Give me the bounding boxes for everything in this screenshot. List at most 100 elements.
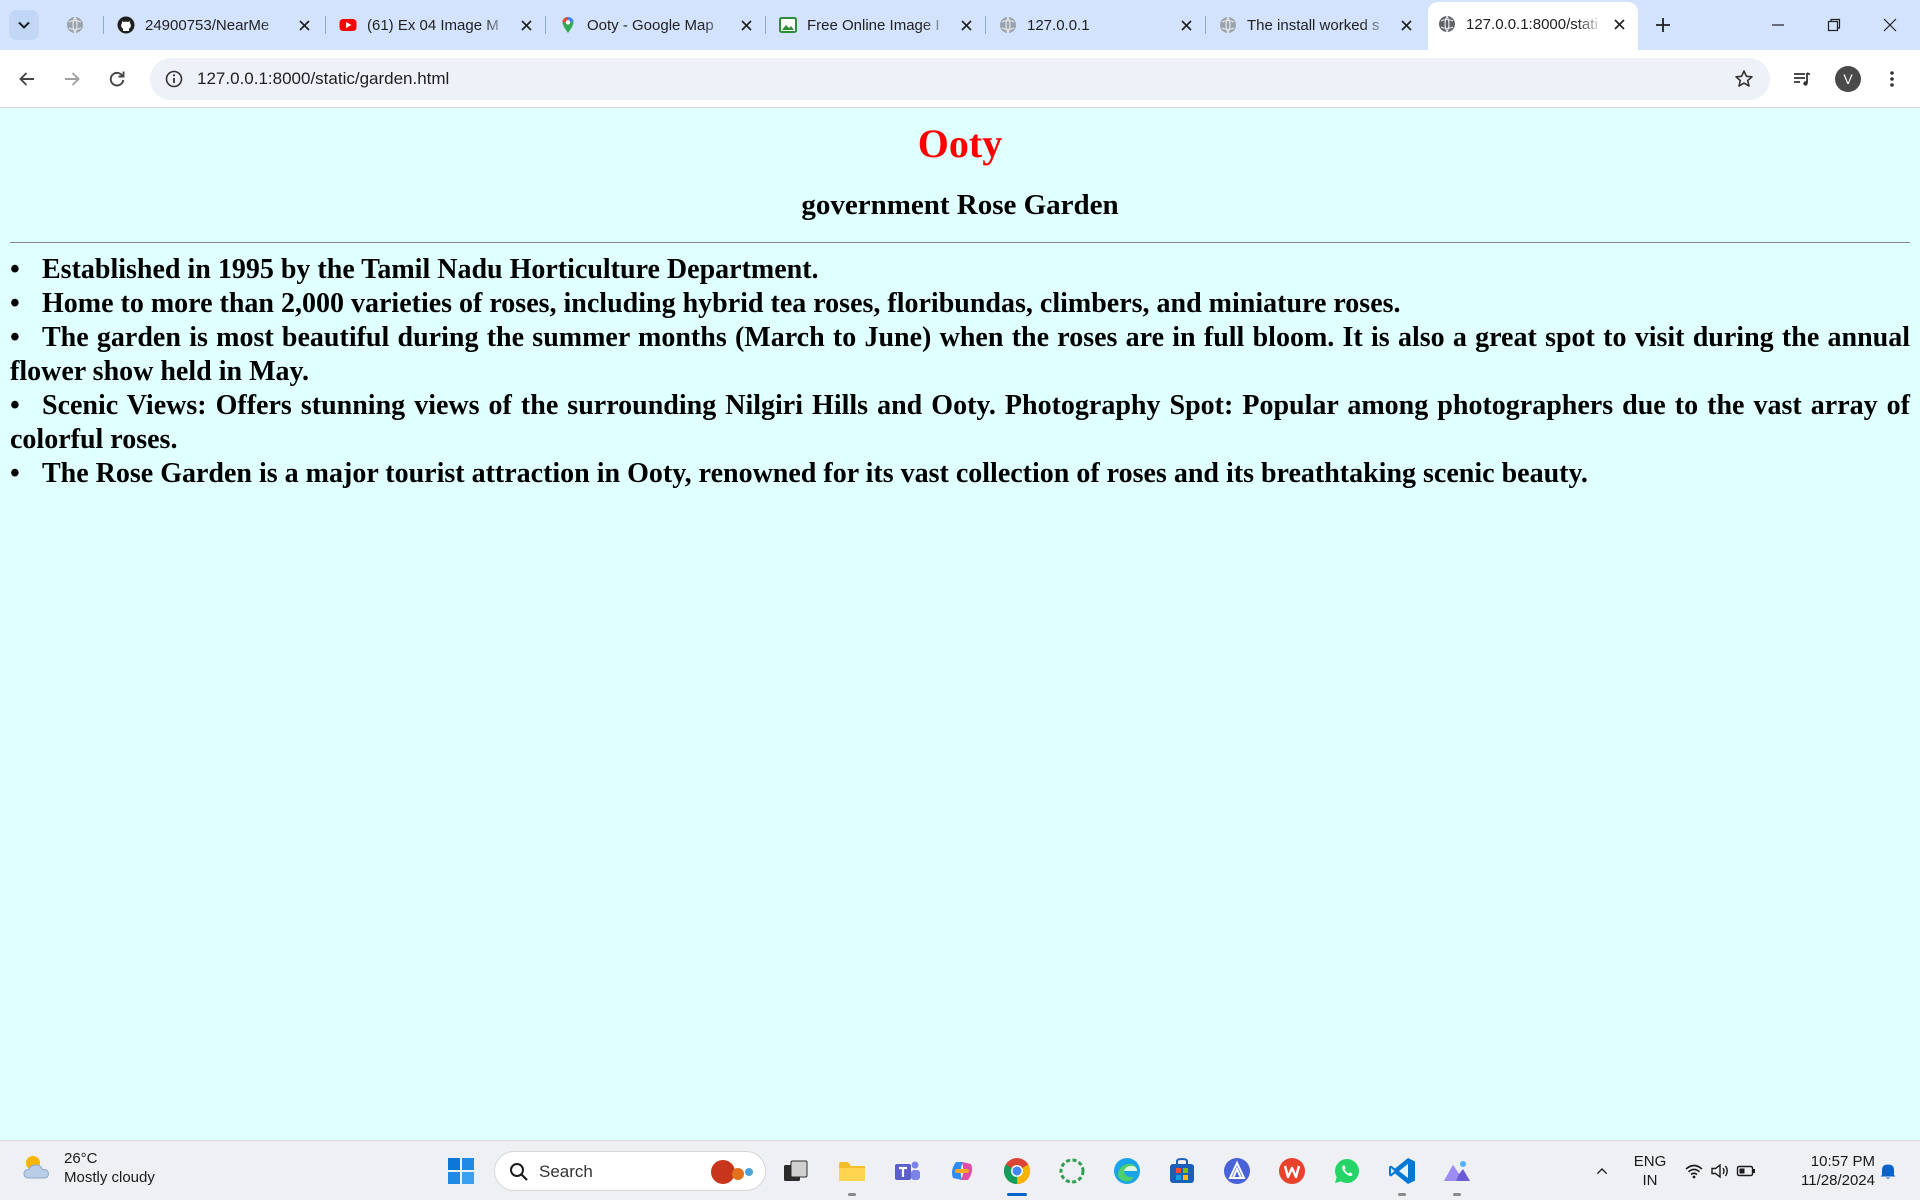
bookmark-button[interactable] (1728, 63, 1760, 95)
tab-separator (325, 16, 326, 34)
taskbar-whatsapp[interactable] (1327, 1151, 1367, 1191)
tab-title: (61) Ex 04 Image M (367, 16, 499, 34)
taskbar-copilot[interactable] (942, 1151, 982, 1191)
arrow-left-icon (19, 72, 34, 86)
tab-title: 127.0.0.1:8000/stati (1466, 15, 1598, 33)
address-bar[interactable]: 127.0.0.1:8000/static/garden.html (150, 58, 1770, 100)
tab-separator (103, 16, 104, 34)
taskbar-wps[interactable] (1272, 1151, 1312, 1191)
close-icon[interactable] (295, 16, 313, 34)
browser-toolbar: 127.0.0.1:8000/static/garden.html V (0, 50, 1920, 108)
close-window-button[interactable] (1862, 0, 1918, 50)
tab-3[interactable]: Ooty - Google Map (549, 8, 765, 42)
profile-avatar[interactable]: V (1835, 66, 1861, 92)
wifi-icon (1685, 1164, 1703, 1179)
taskbar-photos[interactable] (1437, 1151, 1477, 1191)
minimize-icon (1772, 24, 1784, 26)
taskbar-file-explorer[interactable] (832, 1151, 872, 1191)
tab-6[interactable]: The install worked s (1209, 8, 1425, 42)
list-item: • The garden is most beautiful during the… (10, 321, 1910, 389)
running-indicator (1398, 1193, 1406, 1196)
task-view-icon (784, 1160, 808, 1181)
bell-icon (1880, 1164, 1896, 1179)
close-icon[interactable] (957, 16, 975, 34)
taskbar-vscode[interactable] (1382, 1151, 1422, 1191)
language-code: ENG (1633, 1153, 1667, 1170)
globe-icon (999, 16, 1017, 34)
language-indicator[interactable]: ENG IN (1628, 1152, 1672, 1190)
chrome-icon (1003, 1158, 1031, 1185)
tab-4[interactable]: Free Online Image I (769, 8, 985, 42)
bullet: • (10, 253, 20, 285)
weather-widget[interactable]: 26°C Mostly cloudy (20, 1149, 155, 1187)
tab-search-button[interactable] (9, 10, 39, 40)
volume-icon (1711, 1163, 1728, 1179)
tab-title: 24900753/NearMe (145, 16, 270, 34)
media-controls-button[interactable] (1786, 63, 1818, 95)
new-tab-button[interactable] (1649, 11, 1677, 39)
tab-7-active[interactable]: 127.0.0.1:8000/stati (1428, 2, 1638, 50)
weather-condition: Mostly cloudy (64, 1169, 155, 1186)
tab-2[interactable]: (61) Ex 04 Image M (329, 8, 545, 42)
system-tray-status[interactable] (1680, 1151, 1760, 1191)
photos-icon (1444, 1161, 1470, 1181)
tab-separator (765, 16, 766, 34)
search-icon (510, 1163, 528, 1181)
taskbar-edge[interactable] (1107, 1151, 1147, 1191)
tab-title: Free Online Image I (807, 16, 940, 34)
copilot-icon (952, 1162, 972, 1180)
list-item: • Scenic Views: Offers stunning views of … (10, 389, 1910, 457)
taskbar-chrome[interactable] (997, 1151, 1037, 1191)
back-button[interactable] (11, 63, 43, 95)
taskbar-teams[interactable] (887, 1151, 927, 1191)
forward-button[interactable] (56, 63, 88, 95)
close-icon[interactable] (1177, 16, 1195, 34)
taskbar-store[interactable] (1162, 1151, 1202, 1191)
taskbar-app-ring[interactable] (1052, 1151, 1092, 1191)
partly-cloudy-icon (23, 1156, 50, 1179)
bullet: • (10, 457, 20, 489)
tab-5[interactable]: 127.0.0.1 (989, 8, 1205, 42)
close-icon (1883, 18, 1897, 32)
show-hidden-icons-button[interactable] (1582, 1151, 1622, 1191)
list-item-text: The garden is most beautiful during the … (10, 321, 1910, 387)
teams-icon (895, 1161, 920, 1180)
windows-taskbar: 26°C Mostly cloudy Search ENG IN 10:57 P… (0, 1140, 1920, 1200)
close-icon[interactable] (1610, 15, 1628, 33)
close-icon[interactable] (517, 16, 535, 34)
tab-1[interactable]: 24900753/NearMe (107, 8, 323, 42)
start-button[interactable] (441, 1151, 481, 1191)
task-view-button[interactable] (776, 1151, 816, 1191)
google-maps-icon (559, 16, 577, 34)
close-icon[interactable] (737, 16, 755, 34)
clock-time: 10:57 PM (1810, 1153, 1875, 1170)
site-info-button[interactable] (158, 63, 190, 95)
minimize-button[interactable] (1750, 0, 1806, 50)
chevron-down-icon (18, 21, 30, 29)
active-indicator (1007, 1193, 1027, 1196)
reload-button[interactable] (101, 63, 133, 95)
search-highlight-icon (711, 1160, 753, 1184)
wps-office-icon (1279, 1158, 1305, 1184)
clock[interactable]: 10:57 PM 11/28/2024 (1775, 1152, 1875, 1190)
image-icon (779, 16, 797, 34)
github-icon (117, 16, 135, 34)
url-text[interactable]: 127.0.0.1:8000/static/garden.html (197, 58, 449, 100)
playlist-icon (1794, 72, 1811, 86)
browser-menu-button[interactable] (1876, 63, 1908, 95)
taskbar-app-triangle[interactable] (1217, 1151, 1257, 1191)
tab-separator (985, 16, 986, 34)
more-vertical-icon (1890, 71, 1894, 87)
taskbar-search[interactable]: Search (494, 1151, 766, 1191)
battery-icon (1736, 1165, 1755, 1177)
info-icon (165, 70, 183, 88)
tab-0[interactable] (56, 8, 94, 42)
close-icon[interactable] (1397, 16, 1415, 34)
tab-title: The install worked s (1247, 16, 1380, 34)
restore-button[interactable] (1806, 0, 1862, 50)
notifications-button[interactable] (1873, 1151, 1903, 1191)
globe-icon (1219, 16, 1237, 34)
whatsapp-icon (1334, 1159, 1359, 1183)
region-code: IN (1642, 1172, 1658, 1189)
bullet: • (10, 321, 20, 353)
